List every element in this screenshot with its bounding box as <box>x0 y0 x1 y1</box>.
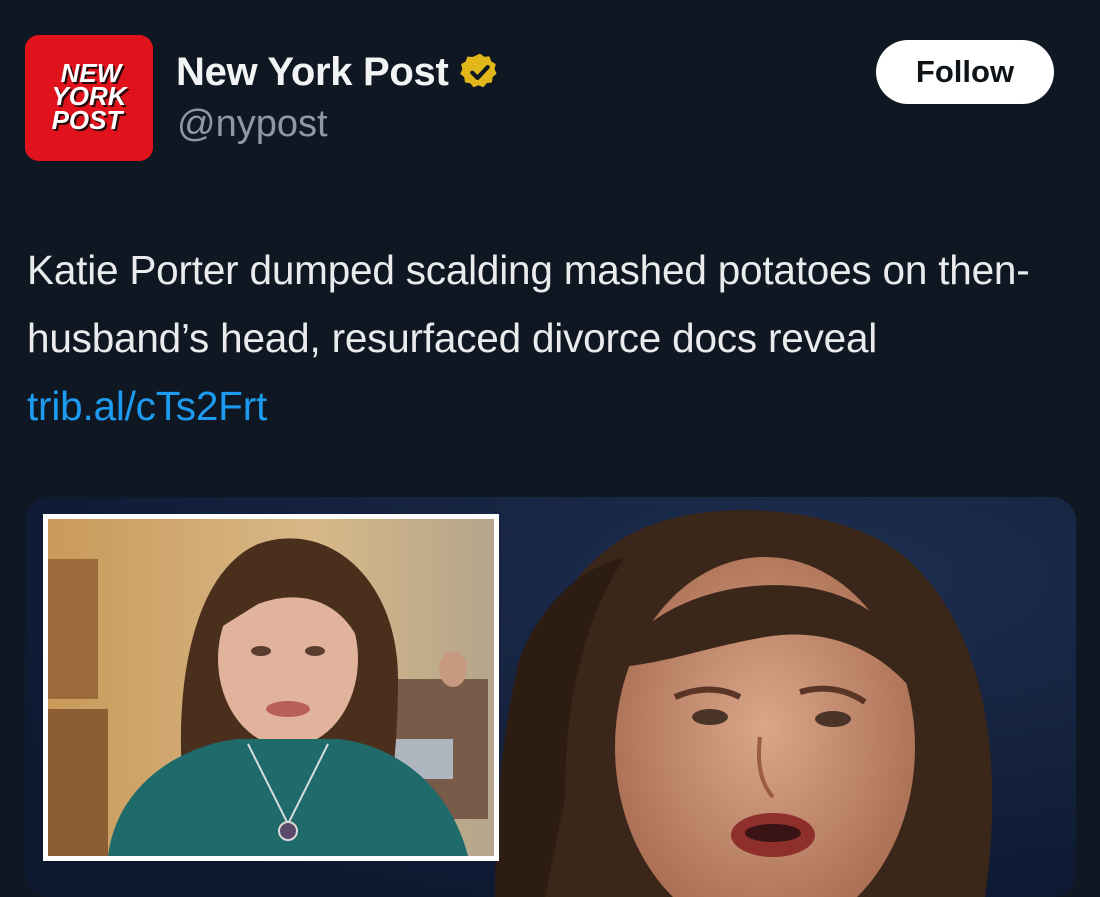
account-name-row: New York Post <box>176 48 501 96</box>
account-handle[interactable]: @nypost <box>177 103 328 146</box>
display-name[interactable]: New York Post <box>176 50 449 95</box>
avatar[interactable]: NEW NEW YORK YORK POST POST <box>25 35 153 161</box>
svg-text:POST: POST <box>52 105 125 135</box>
verified-badge-icon <box>459 53 497 88</box>
tweet-text: Katie Porter dumped scalding mashed pota… <box>27 236 1092 440</box>
nypost-logo-icon: NEW NEW YORK YORK POST POST <box>25 35 153 161</box>
tweet-link[interactable]: trib.al/cTs2Frt <box>27 383 267 429</box>
tweet-media-image[interactable] <box>25 497 1076 897</box>
follow-button[interactable]: Follow <box>876 40 1054 104</box>
tweet-body: Katie Porter dumped scalding mashed pota… <box>27 247 1030 361</box>
inset-photo <box>43 514 499 861</box>
